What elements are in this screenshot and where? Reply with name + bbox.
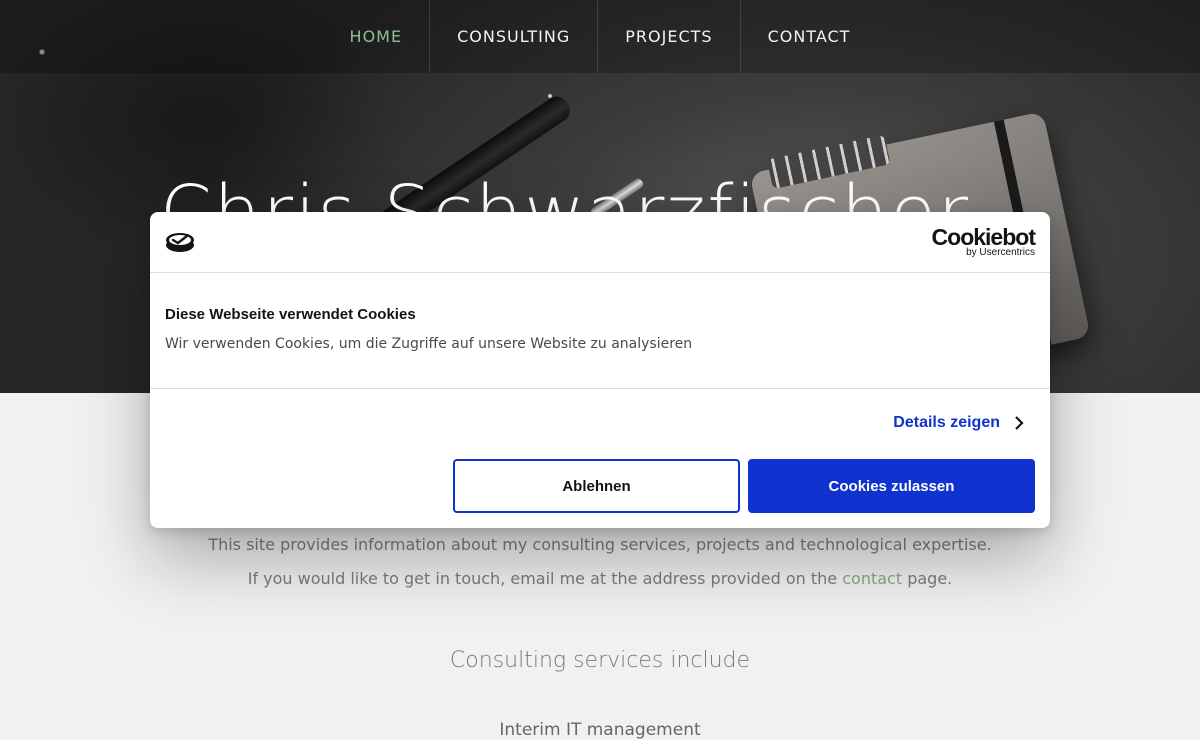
contact-link[interactable]: contact: [842, 569, 902, 588]
details-toggle[interactable]: Details zeigen: [893, 414, 1024, 432]
accept-cookies-button[interactable]: Cookies zulassen: [748, 459, 1035, 513]
contact-text-after: page.: [902, 569, 953, 588]
dialog-text: Wir verwenden Cookies, um die Zugriffe a…: [165, 336, 693, 352]
nav-consulting[interactable]: CONSULTING: [430, 0, 599, 73]
contact-text-before: If you would like to get in touch, email…: [247, 569, 843, 588]
intro-text: This site provides information about my …: [208, 535, 992, 554]
nav-projects[interactable]: PROJECTS: [598, 0, 741, 73]
services-heading: Consulting services include: [449, 648, 751, 673]
decline-button[interactable]: Ablehnen: [453, 459, 740, 513]
nav-home[interactable]: HOME: [323, 0, 431, 73]
dialog-body: Diese Webseite verwendet Cookies Wir ver…: [150, 273, 1050, 389]
chevron-right-icon: [1015, 416, 1024, 430]
cookie-check-icon: [166, 233, 194, 252]
dialog-header: Cookiebot by Usercentrics: [150, 212, 1050, 273]
dialog-title: Diese Webseite verwendet Cookies: [165, 306, 416, 323]
cookie-consent-dialog: Cookiebot by Usercentrics Diese Webseite…: [150, 212, 1050, 528]
contact-text: If you would like to get in touch, email…: [0, 569, 1200, 588]
nav-contact[interactable]: CONTACT: [741, 0, 878, 73]
cookiebot-logo: Cookiebot by Usercentrics: [931, 224, 1036, 258]
details-label: Details zeigen: [893, 414, 1000, 431]
brand-name: Cookiebot: [931, 224, 1036, 250]
main-nav: HOME CONSULTING PROJECTS CONTACT: [0, 0, 1200, 73]
service-item: Interim IT management: [499, 720, 701, 740]
